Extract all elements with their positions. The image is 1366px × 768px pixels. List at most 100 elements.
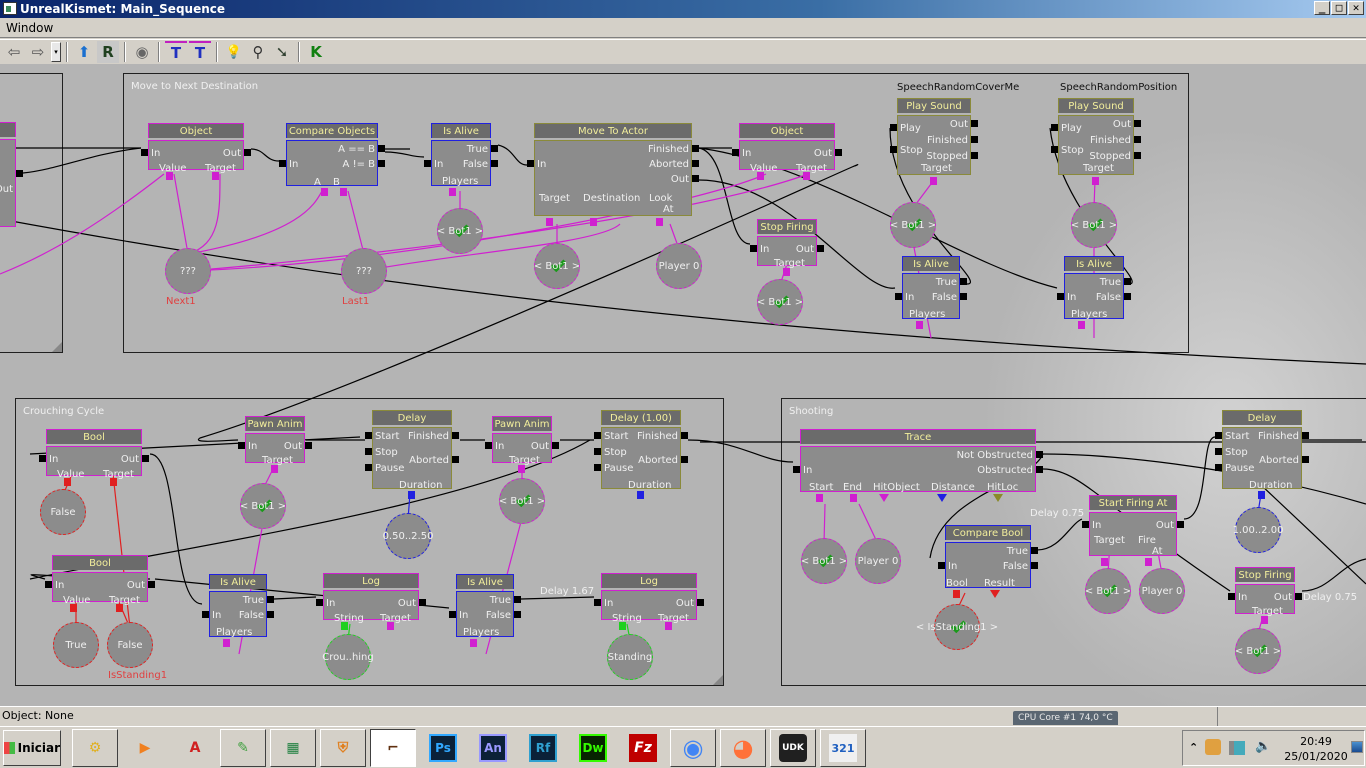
variable-pin[interactable]	[930, 177, 937, 185]
rename-icon[interactable]: R	[97, 41, 119, 63]
media-player-taskbar-button[interactable]: ▶	[122, 729, 168, 767]
input-pin[interactable]	[1215, 432, 1222, 439]
var-next1[interactable]: ???	[165, 248, 211, 294]
maximize-button[interactable]: □	[1331, 1, 1347, 15]
output-pin[interactable]	[552, 442, 559, 449]
output-variable-pin[interactable]	[993, 494, 1003, 502]
var-bot1[interactable]: < Bot1 >	[499, 478, 545, 524]
var-delay-range[interactable]: 1.00..2.00	[1233, 507, 1283, 553]
node-move-to-actor[interactable]: Move To Actor In Finished Aborted Out Target D…	[534, 123, 692, 216]
variable-pin[interactable]	[1092, 177, 1099, 185]
lightbulb-icon[interactable]: 💡	[223, 41, 245, 63]
output-pin[interactable]	[1134, 152, 1141, 159]
back-icon[interactable]: ⇦	[3, 41, 25, 63]
output-pin[interactable]	[1036, 451, 1043, 458]
node-play-sound2[interactable]: Play Sound Play Stop Out Finished Stopped Targ…	[1058, 98, 1134, 175]
output-pin[interactable]	[305, 442, 312, 449]
input-pin[interactable]	[1057, 293, 1064, 300]
variable-pin[interactable]	[1101, 558, 1108, 566]
var-false[interactable]: False	[40, 489, 86, 535]
udk-taskbar-button[interactable]: UDK	[770, 729, 816, 767]
output-pin[interactable]	[960, 278, 967, 285]
node-start-firing-at[interactable]: Start Firing At In Out Target Fire At	[1089, 495, 1177, 557]
node-log2[interactable]: Log In Out String Target	[601, 573, 697, 624]
output-pin[interactable]	[692, 145, 699, 152]
input-pin[interactable]	[732, 149, 739, 156]
variable-pin[interactable]	[408, 491, 415, 499]
output-pin[interactable]	[835, 149, 842, 156]
var-player0[interactable]: Player 0	[1139, 568, 1185, 614]
output-pin[interactable]	[1302, 456, 1309, 463]
input-pin[interactable]	[594, 448, 601, 455]
input-pin[interactable]	[1051, 146, 1058, 153]
input-pin[interactable]	[316, 599, 323, 606]
variable-pin[interactable]	[1145, 558, 1152, 566]
search-icon[interactable]: ⚲	[247, 41, 269, 63]
node-compare-bool[interactable]: Compare Bool In True False Bool Result	[945, 525, 1031, 589]
input-pin[interactable]	[938, 562, 945, 569]
variable-pin[interactable]	[223, 639, 230, 647]
output-pin[interactable]	[244, 149, 251, 156]
input-pin[interactable]	[238, 442, 245, 449]
paste-sequence-icon[interactable]: T	[165, 41, 187, 63]
node-is-alive5[interactable]: Is Alive In True False Players	[456, 574, 514, 638]
variable-pin[interactable]	[637, 491, 644, 499]
input-pin[interactable]	[890, 124, 897, 131]
output-pin[interactable]	[681, 456, 688, 463]
var-bot1[interactable]: < Bot1 >	[890, 202, 936, 248]
var-isstanding-ref[interactable]: < IsStanding1 >	[916, 604, 998, 650]
var-bot1[interactable]: < Bot1 >	[240, 483, 286, 529]
node-partial-left[interactable]: Out	[0, 122, 16, 227]
node-bool2[interactable]: Bool In Out Value Target	[52, 555, 148, 606]
output-pin[interactable]	[697, 599, 704, 606]
paste-links-icon[interactable]: T	[189, 41, 211, 63]
variable-pin[interactable]	[816, 494, 823, 502]
output-pin[interactable]	[267, 596, 274, 603]
clock[interactable]: 20:49 25/01/2020	[1281, 734, 1351, 764]
kismet-icon[interactable]: K	[305, 41, 327, 63]
output-pin[interactable]	[491, 160, 498, 167]
input-pin[interactable]	[527, 160, 534, 167]
minimize-button[interactable]: _	[1314, 1, 1330, 15]
fuse-taskbar-button[interactable]: Rf	[520, 729, 566, 767]
output-pin[interactable]	[148, 581, 155, 588]
output-variable-pin[interactable]	[990, 590, 1000, 598]
variable-pin[interactable]	[271, 465, 278, 473]
output-pin[interactable]	[378, 160, 385, 167]
input-pin[interactable]	[594, 432, 601, 439]
forward-icon[interactable]: ⇨	[27, 41, 49, 63]
input-pin[interactable]	[449, 611, 456, 618]
node-is-alive1[interactable]: Is Alive In True False Players	[431, 123, 491, 187]
output-pin[interactable]	[1031, 562, 1038, 569]
variable-pin[interactable]	[546, 218, 553, 226]
volume-icon[interactable]: 🔈	[1255, 739, 1271, 754]
node-log1[interactable]: Log In Out String Target	[323, 573, 419, 624]
var-isstanding1[interactable]: False	[107, 622, 153, 668]
var-true[interactable]: True	[53, 622, 99, 668]
output-pin[interactable]	[971, 152, 978, 159]
output-pin[interactable]	[960, 293, 967, 300]
kismet-canvas[interactable]: Move to Next Destination Crouching Cycle…	[0, 64, 1366, 706]
output-pin[interactable]	[971, 136, 978, 143]
output-pin[interactable]	[491, 145, 498, 152]
output-pin[interactable]	[1036, 466, 1043, 473]
node-is-alive3[interactable]: Is Alive In True False Players	[1064, 256, 1124, 320]
input-pin[interactable]	[365, 448, 372, 455]
input-pin[interactable]	[1215, 448, 1222, 455]
input-pin[interactable]	[594, 464, 601, 471]
node-delay3[interactable]: Delay Start Stop Pause Finished Aborted Durati…	[1222, 410, 1302, 491]
var-bot1[interactable]: < Bot1 >	[757, 279, 803, 325]
variable-pin[interactable]	[340, 188, 347, 196]
var-bot1[interactable]: < Bot1 >	[437, 208, 483, 254]
var-player0[interactable]: Player 0	[855, 538, 901, 584]
input-pin[interactable]	[424, 160, 431, 167]
output-pin[interactable]	[1302, 432, 1309, 439]
zoom-to-fit-icon[interactable]: ➘	[271, 41, 293, 63]
variable-pin[interactable]	[783, 268, 790, 276]
node-compare-objects[interactable]: Compare Objects In A == B A != B A B	[286, 123, 378, 188]
node-bool1[interactable]: Bool In Out Value Target	[46, 429, 142, 480]
input-pin[interactable]	[1082, 521, 1089, 528]
filezilla-taskbar-button[interactable]: Fz	[620, 729, 666, 767]
variable-pin[interactable]	[590, 218, 597, 226]
output-pin[interactable]	[16, 170, 23, 177]
